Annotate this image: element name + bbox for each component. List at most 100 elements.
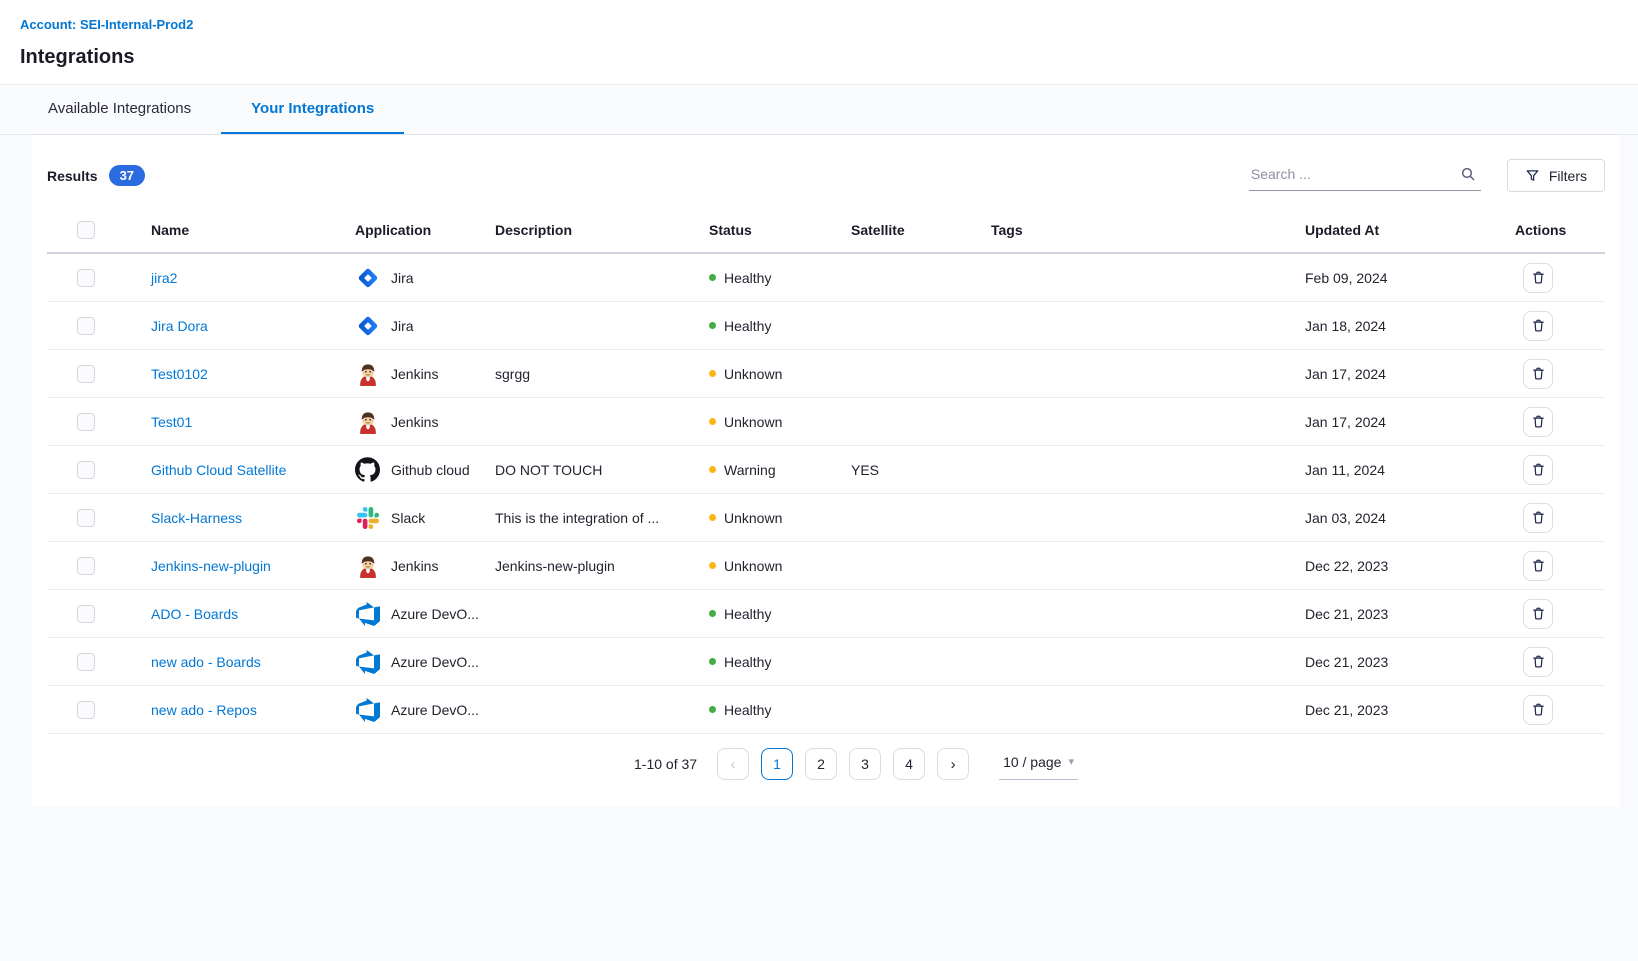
application-label: Jira [391,270,424,286]
status-cell: Healthy [709,654,851,670]
integration-name-link[interactable]: Jenkins-new-plugin [151,558,271,574]
name-cell: Test01 [151,414,355,430]
row-checkbox[interactable] [77,269,95,287]
row-checkbox[interactable] [77,365,95,383]
azure-devops-icon [355,697,380,722]
chevron-down-icon: ▾ [1068,755,1074,768]
actions-cell [1515,647,1605,677]
integration-name-link[interactable]: Test01 [151,414,192,430]
updated-at-cell: Jan 03, 2024 [1305,510,1515,526]
row-checkbox[interactable] [77,509,95,527]
integration-name-link[interactable]: Slack-Harness [151,510,242,526]
tab-available-integrations[interactable]: Available Integrations [18,85,221,134]
row-checkbox[interactable] [77,701,95,719]
application-cell: Jenkins [355,409,495,434]
table-row: new ado - Repos Azure DevO... Healthy De… [47,686,1605,734]
page-size-select[interactable]: 10 / page ▾ [999,749,1078,780]
row-checkbox-cell [47,461,151,479]
page-buttons: 1234 [761,748,925,780]
page-button-2[interactable]: 2 [805,748,837,780]
row-checkbox-cell [47,605,151,623]
delete-integration-button[interactable] [1523,599,1553,629]
filter-funnel-icon [1525,168,1540,183]
trash-icon [1531,270,1546,285]
delete-integration-button[interactable] [1523,695,1553,725]
row-checkbox-cell [47,509,151,527]
integration-name-link[interactable]: jira2 [151,270,177,286]
status-dot-icon [709,466,716,473]
select-all-checkbox[interactable] [77,221,95,239]
application-cell: Jira [355,265,495,290]
pagination: 1-10 of 37 ‹ 1234 › 10 / page ▾ [107,734,1605,782]
page-button-3[interactable]: 3 [849,748,881,780]
page-button-4[interactable]: 4 [893,748,925,780]
results-label: Results [47,168,98,184]
trash-icon [1531,606,1546,621]
integration-name-link[interactable]: new ado - Repos [151,702,257,718]
table-row: jira2 Jira Healthy Feb 09, 2024 [47,254,1605,302]
delete-integration-button[interactable] [1523,263,1553,293]
application-label: Jenkins [391,414,448,430]
status-dot-icon [709,610,716,617]
name-cell: new ado - Boards [151,654,355,670]
delete-integration-button[interactable] [1523,407,1553,437]
column-header-actions: Actions [1515,222,1605,238]
row-checkbox-cell [47,317,151,335]
row-checkbox[interactable] [77,461,95,479]
filters-button[interactable]: Filters [1507,159,1605,192]
row-checkbox[interactable] [77,557,95,575]
status-dot-icon [709,370,716,377]
search-input[interactable] [1249,160,1481,191]
account-breadcrumb-link[interactable]: Account: SEI-Internal-Prod2 [20,17,193,32]
jira-icon [355,265,380,290]
integration-name-link[interactable]: Test0102 [151,366,208,382]
previous-page-button[interactable]: ‹ [717,748,749,780]
description-cell: sgrgg [495,366,709,382]
actions-cell [1515,311,1605,341]
row-checkbox[interactable] [77,413,95,431]
row-checkbox-cell [47,653,151,671]
azure-devops-icon [355,649,380,674]
next-page-button[interactable]: › [937,748,969,780]
integrations-panel: Results 37 Filters [32,135,1620,807]
header-checkbox-cell [47,221,151,239]
status-label: Healthy [724,654,771,670]
table-row: Test0102 Jenkins sgrgg Unknown Jan 17, 2… [47,350,1605,398]
row-checkbox[interactable] [77,317,95,335]
integration-name-link[interactable]: Github Cloud Satellite [151,462,286,478]
column-header-application: Application [355,222,495,238]
updated-at-cell: Dec 21, 2023 [1305,702,1515,718]
delete-integration-button[interactable] [1523,551,1553,581]
column-header-satellite: Satellite [851,222,991,238]
row-checkbox[interactable] [77,653,95,671]
application-cell: Github cloud [355,457,495,482]
status-cell: Unknown [709,414,851,430]
status-cell: Unknown [709,366,851,382]
row-checkbox[interactable] [77,605,95,623]
status-dot-icon [709,514,716,521]
application-cell: Azure DevO... [355,601,495,626]
column-header-description: Description [495,222,709,238]
status-label: Unknown [724,558,782,574]
actions-cell [1515,551,1605,581]
column-header-tags: Tags [991,222,1305,238]
name-cell: Jira Dora [151,318,355,334]
updated-at-cell: Jan 18, 2024 [1305,318,1515,334]
delete-integration-button[interactable] [1523,359,1553,389]
tab-your-integrations[interactable]: Your Integrations [221,85,404,134]
description-cell: This is the integration of ... [495,510,709,526]
chevron-left-icon: ‹ [731,757,736,772]
status-label: Healthy [724,270,771,286]
status-dot-icon [709,274,716,281]
delete-integration-button[interactable] [1523,503,1553,533]
delete-integration-button[interactable] [1523,311,1553,341]
delete-integration-button[interactable] [1523,647,1553,677]
delete-integration-button[interactable] [1523,455,1553,485]
description-cell: DO NOT TOUCH [495,462,709,478]
integration-name-link[interactable]: ADO - Boards [151,606,238,622]
page-size-label: 10 / page [1003,754,1061,770]
page-button-1[interactable]: 1 [761,748,793,780]
integration-name-link[interactable]: new ado - Boards [151,654,261,670]
integration-name-link[interactable]: Jira Dora [151,318,208,334]
slack-icon [355,505,380,530]
